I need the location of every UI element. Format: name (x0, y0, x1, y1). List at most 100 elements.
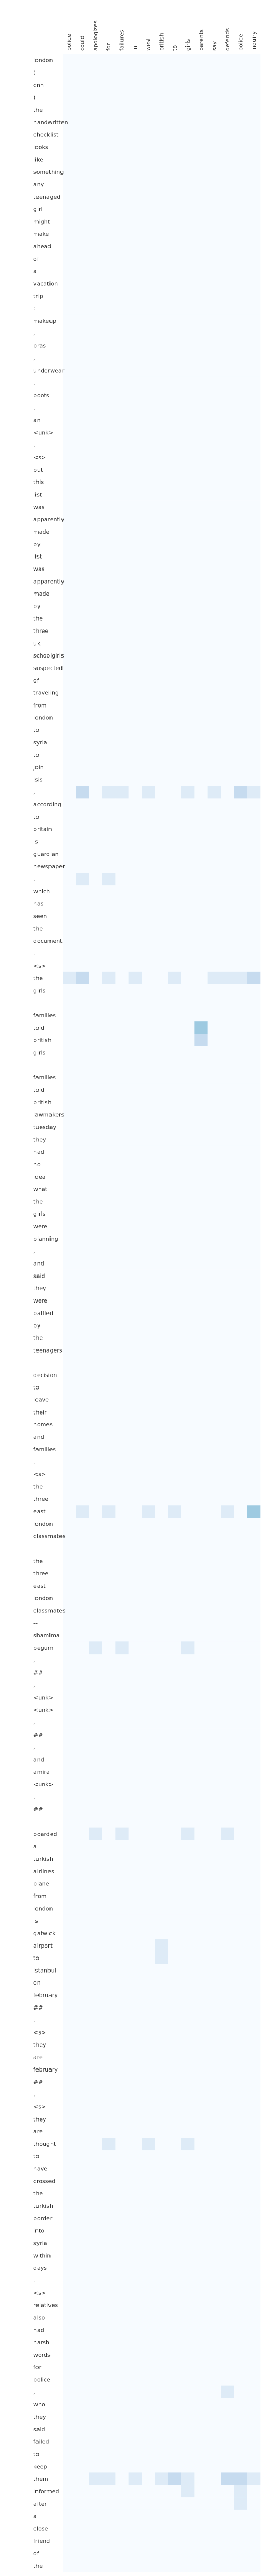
heatmap-cell (76, 637, 89, 650)
heatmap-cell (181, 2224, 195, 2238)
heatmap-cell (194, 389, 208, 402)
heatmap-cell (89, 401, 103, 414)
heatmap-cell (102, 1989, 116, 2002)
heatmap-cell (207, 364, 221, 377)
heatmap-cell (234, 1257, 247, 1270)
heatmap-cell (207, 971, 221, 984)
heatmap-cell (115, 1580, 129, 1593)
heatmap-cell (181, 1381, 195, 1394)
heatmap-cell (63, 1046, 76, 1059)
heatmap-cell (142, 1071, 155, 1084)
heatmap-cell (63, 1133, 76, 1146)
heatmap-cell (128, 2001, 142, 2014)
y-tick-label: boarded (33, 1830, 57, 1837)
heatmap-cell (247, 1195, 261, 1208)
y-tick-label: failed (33, 2439, 49, 2445)
heatmap-cell (234, 2249, 247, 2262)
heatmap-cell (142, 724, 155, 737)
heatmap-cell (181, 191, 195, 204)
heatmap-cell (89, 2162, 103, 2175)
heatmap-cell (142, 302, 155, 315)
heatmap-cell (142, 1716, 155, 1729)
heatmap-cell (142, 1740, 155, 1753)
heatmap-cell (128, 2311, 142, 2324)
y-tick-label: <s> (33, 454, 46, 461)
heatmap-cell (63, 2287, 76, 2300)
heatmap-cell (181, 1989, 195, 2002)
heatmap-cell (155, 2547, 168, 2560)
heatmap-cell (247, 873, 261, 886)
heatmap-cell (221, 228, 234, 241)
heatmap-cell (142, 1964, 155, 1977)
heatmap-cell (155, 2299, 168, 2312)
heatmap-cell (234, 1865, 247, 1878)
heatmap-cell (128, 264, 142, 278)
heatmap-cell (207, 1009, 221, 1022)
y-tick-label: amira (33, 1769, 50, 1775)
heatmap-cell (142, 1803, 155, 1816)
heatmap-cell (234, 2026, 247, 2039)
heatmap-cell (102, 1244, 116, 1258)
heatmap-cell (142, 885, 155, 898)
heatmap-cell (102, 1009, 116, 1022)
heatmap-cell (168, 1989, 182, 2002)
heatmap-cell (194, 2113, 208, 2126)
heatmap-cell (168, 1220, 182, 1233)
heatmap-cell (247, 1555, 261, 1568)
heatmap-cell (63, 835, 76, 848)
heatmap-cell (63, 1964, 76, 1977)
heatmap-cell (102, 2348, 116, 2362)
heatmap-cell (181, 2100, 195, 2113)
heatmap-cell (102, 1455, 116, 1469)
heatmap-cell (234, 1220, 247, 1233)
y-tick-label: london (33, 57, 53, 64)
y-tick-label: days (33, 2265, 47, 2271)
heatmap-cell (221, 1865, 234, 1878)
heatmap-cell (89, 178, 103, 191)
y-tick-label: after (33, 2501, 47, 2507)
heatmap-cell (221, 984, 234, 997)
heatmap-cell (221, 1443, 234, 1456)
heatmap-cell (102, 959, 116, 973)
heatmap-cell (128, 500, 142, 513)
heatmap-cell (128, 1120, 142, 1133)
heatmap-cell (234, 1331, 247, 1344)
heatmap-cell (221, 1927, 234, 1940)
heatmap-cell (234, 662, 247, 675)
heatmap-cell (102, 848, 116, 861)
heatmap-cell (142, 538, 155, 551)
heatmap-cell (155, 2001, 168, 2014)
heatmap-cell (207, 1071, 221, 1084)
heatmap-cell (89, 1902, 103, 1915)
heatmap-cell (155, 2274, 168, 2287)
heatmap-cell (89, 2113, 103, 2126)
heatmap-cell (155, 1815, 168, 1828)
heatmap-cell (115, 587, 129, 600)
heatmap-cell (168, 264, 182, 278)
heatmap-cell (102, 91, 116, 104)
heatmap-cell (234, 2100, 247, 2113)
heatmap-cell (207, 786, 221, 799)
heatmap-cell (128, 1641, 142, 1655)
heatmap-cell (76, 166, 89, 179)
heatmap-cell (221, 823, 234, 836)
heatmap-cell (234, 438, 247, 451)
heatmap-cell (181, 1889, 195, 1902)
heatmap-cell (115, 1505, 129, 1518)
heatmap-cell (63, 538, 76, 551)
heatmap-cell (63, 736, 76, 749)
heatmap-cell (168, 1827, 182, 1840)
heatmap-cell (76, 2435, 89, 2448)
heatmap-cell (207, 1207, 221, 1220)
heatmap-cell (102, 2063, 116, 2076)
heatmap-cell (76, 2348, 89, 2362)
heatmap-cell (128, 699, 142, 712)
heatmap-cell (155, 252, 168, 266)
heatmap-cell (102, 2113, 116, 2126)
y-tick-label: ahead (33, 243, 51, 250)
heatmap-cell (168, 2274, 182, 2287)
heatmap-cell (247, 2447, 261, 2460)
heatmap-cell (89, 2026, 103, 2039)
heatmap-cell (194, 2175, 208, 2188)
y-tick-label: . (33, 2277, 35, 2284)
